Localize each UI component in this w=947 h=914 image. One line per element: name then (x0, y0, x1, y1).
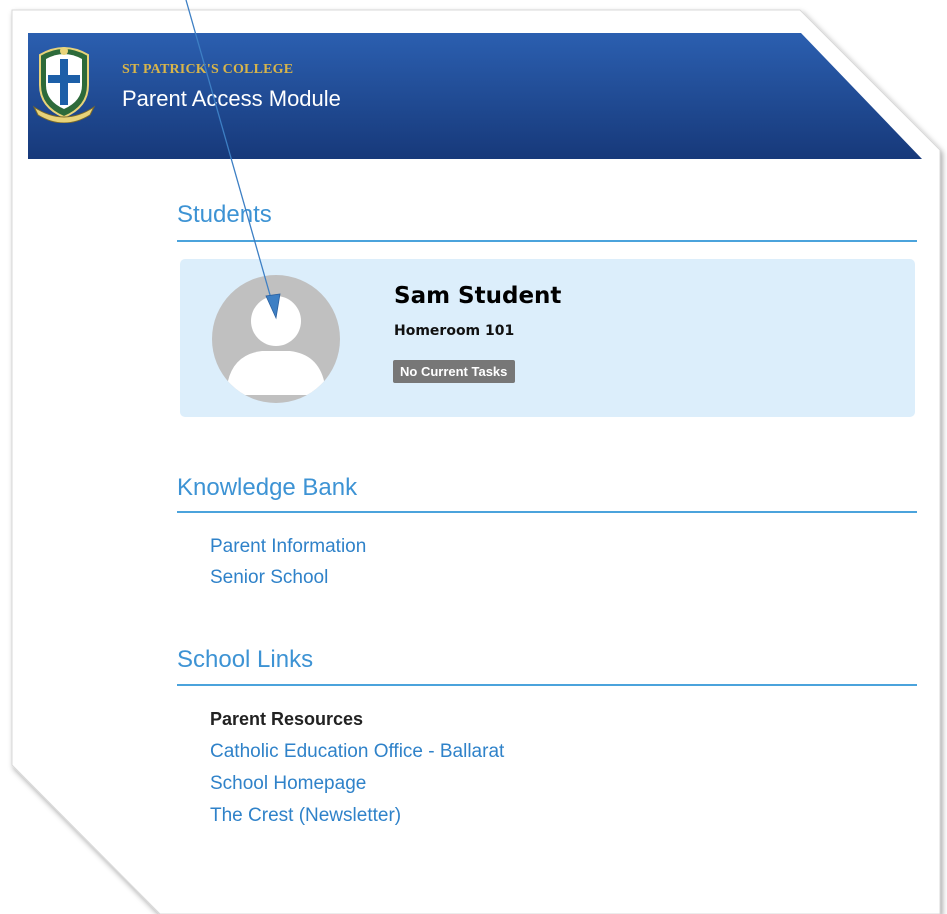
knowledge-bank-divider (177, 511, 917, 513)
students-heading: Students (177, 201, 272, 228)
link-catholic-education-office[interactable]: Catholic Education Office - Ballarat (210, 741, 504, 763)
tasks-status-badge: No Current Tasks (393, 360, 516, 383)
student-name[interactable]: Sam Student (394, 283, 561, 309)
link-senior-school[interactable]: Senior School (210, 567, 328, 589)
user-silhouette-icon (212, 275, 340, 403)
link-school-homepage[interactable]: School Homepage (210, 773, 366, 795)
module-title: Parent Access Module (122, 86, 341, 111)
school-links-heading: School Links (177, 646, 314, 673)
school-name: ST PATRICK'S COLLEGE (122, 62, 294, 77)
school-links-divider (177, 684, 917, 686)
parent-resources-heading: Parent Resources (210, 709, 364, 729)
link-the-crest-newsletter[interactable]: The Crest (Newsletter) (210, 805, 401, 827)
link-parent-information[interactable]: Parent Information (210, 536, 366, 558)
student-card[interactable]: Sam Student Homeroom 101 No Current Task… (180, 259, 915, 417)
school-crest-icon (32, 47, 96, 123)
student-homeroom: Homeroom 101 (394, 323, 515, 339)
knowledge-bank-heading: Knowledge Bank (177, 474, 358, 501)
students-divider (177, 240, 917, 242)
